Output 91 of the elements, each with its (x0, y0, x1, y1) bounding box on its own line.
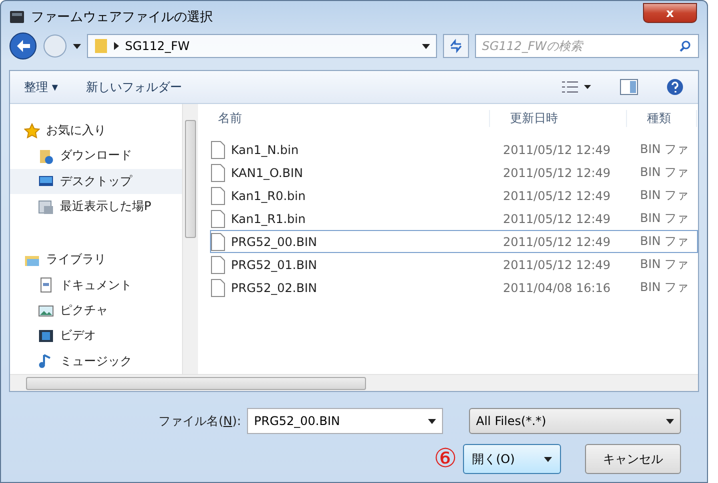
document-icon (38, 277, 54, 294)
app-icon (9, 8, 25, 24)
history-caret-icon (73, 44, 81, 48)
film-icon (38, 328, 54, 344)
scrollbar[interactable] (182, 104, 198, 374)
modified-date: 2011/05/12 12:49 (503, 142, 612, 156)
modified-date: 2011/05/12 12:49 (503, 166, 612, 180)
nav-item[interactable]: ドキュメント (10, 272, 182, 298)
file-row[interactable]: Kan1_N.bin 2011/05/12 12:49 BIN ファ (210, 138, 698, 161)
column-header[interactable]: 更新日時 (490, 110, 627, 126)
file-icon (211, 278, 225, 296)
modified-date: 2011/05/12 12:49 (503, 258, 612, 272)
file-row[interactable]: KAN1_O.BIN 2011/05/12 12:49 BIN ファ (210, 161, 698, 184)
nav-item[interactable]: ピクチャ (10, 298, 182, 324)
file-icon (211, 140, 225, 158)
nav-label: ピクチャ (60, 302, 108, 320)
nav-group-header[interactable]: ライブラリ (10, 247, 182, 273)
file-row[interactable]: PRG52_02.BIN 2011/04/08 16:16 BIN ファ (210, 276, 698, 299)
file-icon (211, 210, 225, 228)
new-folder-button[interactable]: 新しいフォルダー (86, 78, 182, 96)
file-icon (211, 256, 225, 274)
preview-pane-icon[interactable] (620, 79, 638, 95)
cancel-button[interactable]: キャンセル (585, 444, 681, 474)
nav-label: 最近表示した場P (60, 198, 152, 216)
file-name: PRG52_02.BIN (231, 280, 317, 294)
file-row[interactable]: Kan1_R1.bin 2011/05/12 12:49 BIN ファ (210, 207, 698, 230)
help-icon[interactable] (666, 78, 684, 96)
file-name: KAN1_O.BIN (231, 166, 303, 180)
star-icon (24, 122, 40, 139)
chevron-icon (114, 42, 119, 50)
column-header[interactable]: 名前 (198, 110, 490, 126)
close-button[interactable]: x (643, 3, 697, 23)
file-name: Kan1_N.bin (231, 142, 299, 156)
refresh-icon[interactable] (443, 34, 469, 58)
picture-icon (38, 302, 54, 319)
file-row[interactable]: PRG52_01.BIN 2011/05/12 12:49 BIN ファ (210, 253, 698, 276)
file-type: BIN ファ (640, 164, 690, 181)
nav-label: ミュージック (60, 352, 132, 370)
file-type-dropdown[interactable]: All Files(*.*) (469, 408, 681, 434)
nav-label: ライブラリ (46, 251, 106, 268)
caret-icon (428, 418, 436, 424)
back-button[interactable] (9, 32, 37, 60)
nav-item[interactable]: 最近表示した場P (10, 194, 182, 220)
nav-item[interactable]: デスクトップ (10, 168, 182, 194)
file-row[interactable]: PRG52_00.BIN 2011/05/12 12:49 BIN ファ (210, 230, 698, 253)
file-name: Kan1_R1.bin (231, 212, 306, 226)
file-type: BIN ファ (640, 256, 690, 273)
nav-item[interactable]: ダウンロード (10, 143, 182, 169)
recent-places-icon (38, 198, 54, 215)
nav-item[interactable]: ビデオ (10, 323, 182, 349)
nav-label: ビデオ (60, 327, 96, 344)
file-type: BIN ファ (640, 279, 690, 296)
caret-icon (544, 456, 552, 462)
path-caret-icon (422, 44, 430, 48)
address-bar[interactable]: SG112_FW (87, 34, 437, 58)
caret-icon (666, 418, 674, 424)
modified-date: 2011/05/12 12:49 (503, 234, 612, 248)
file-type: BIN ファ (640, 233, 690, 250)
search-field[interactable]: SG112_FWの検索 (475, 34, 699, 58)
file-type: BIN ファ (640, 187, 690, 204)
nav-label: デスクトップ (60, 172, 132, 190)
path-text: SG112_FW (125, 39, 191, 53)
organize-menu[interactable]: 整理 ▾ (24, 78, 58, 96)
modified-date: 2011/05/12 12:49 (503, 188, 612, 202)
search-icon (679, 40, 691, 52)
filename-field[interactable]: PRG52_00.BIN (247, 408, 443, 434)
column-header[interactable]: 種類 (627, 110, 697, 126)
nav-label: ドキュメント (60, 276, 132, 294)
folder-icon (94, 38, 108, 54)
file-type: BIN ファ (640, 210, 690, 227)
file-icon (211, 164, 225, 182)
file-name: PRG52_01.BIN (231, 258, 317, 272)
view-list-icon[interactable] (562, 80, 592, 94)
nav-item[interactable]: ミュージック (10, 348, 182, 374)
modified-date: 2011/05/12 12:49 (503, 212, 612, 226)
nav-label: お気に入り (46, 122, 106, 140)
modified-date: 2011/04/08 16:16 (503, 280, 612, 294)
nav-label: ダウンロード (60, 147, 132, 164)
window-title: ファームウェアファイルの選択 (31, 8, 213, 26)
file-name: PRG52_00.BIN (231, 234, 317, 248)
filename-label: ファイル名(N): (158, 412, 241, 430)
file-name: Kan1_R0.bin (231, 188, 306, 202)
download-folder-icon (38, 148, 54, 164)
nav-group-header[interactable]: お気に入り (10, 118, 182, 144)
open-button[interactable]: 開く(O) (463, 444, 561, 474)
file-icon (211, 186, 225, 204)
horizontal-scrollbar[interactable] (10, 374, 698, 391)
file-icon (211, 232, 225, 250)
step-number: ⑥ (434, 446, 457, 472)
file-row[interactable]: Kan1_R0.bin 2011/05/12 12:49 BIN ファ (210, 184, 698, 207)
file-type: BIN ファ (640, 141, 690, 158)
